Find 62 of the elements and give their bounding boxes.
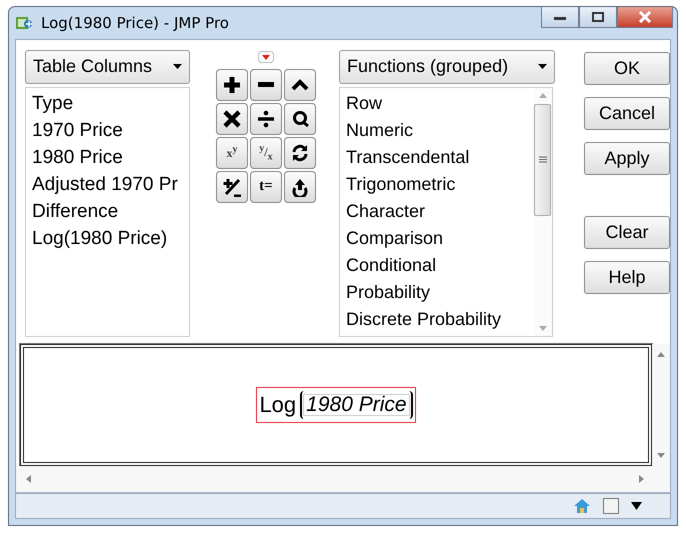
formula-expression[interactable]: Log 1980 Price — [256, 386, 416, 423]
function-item[interactable]: Numeric — [340, 116, 533, 144]
maximize-button[interactable] — [579, 7, 617, 28]
window-title: Log(1980 Price) - JMP Pro — [41, 14, 229, 32]
dialog-button[interactable]: Help — [584, 260, 670, 294]
maximize-icon — [592, 12, 604, 22]
scroll-down-icon[interactable] — [657, 452, 665, 458]
close-button[interactable] — [617, 7, 673, 28]
times-button[interactable] — [216, 102, 248, 135]
plus-icon — [222, 74, 242, 95]
function-name: Log — [259, 392, 296, 418]
swap-button[interactable] — [284, 136, 316, 169]
caret-icon — [172, 64, 182, 70]
close-icon — [638, 11, 652, 23]
plusminus-button[interactable] — [216, 170, 248, 203]
function-item[interactable]: Trigonometric — [340, 170, 533, 198]
table-columns-dropdown[interactable]: Table Columns — [25, 50, 190, 84]
function-item[interactable]: Probability — [340, 278, 533, 306]
caret-icon[interactable] — [631, 502, 642, 510]
function-item[interactable]: Transcendental — [340, 144, 533, 171]
dialog-button[interactable]: OK — [584, 52, 670, 85]
function-item[interactable]: Comparison — [340, 224, 533, 252]
scrollbar[interactable] — [652, 344, 670, 466]
function-item[interactable]: Discrete Probability — [340, 306, 533, 333]
dialog-button[interactable]: Cancel — [584, 96, 670, 130]
formula-editor[interactable]: Log 1980 Price — [20, 344, 652, 466]
scroll-left-icon[interactable] — [26, 474, 31, 483]
scrollbar[interactable] — [16, 466, 670, 493]
functions-dropdown[interactable]: Functions (grouped) — [339, 50, 555, 84]
function-item[interactable]: Conditional — [340, 252, 533, 279]
scroll-right-icon[interactable] — [639, 474, 644, 483]
column-item[interactable]: 1970 Price — [26, 116, 189, 144]
dialog-button[interactable]: Apply — [584, 142, 670, 175]
column-item[interactable]: Type — [26, 90, 189, 117]
multiply-icon — [222, 108, 242, 129]
column-item[interactable]: 1980 Price — [26, 144, 189, 171]
function-item[interactable]: Row — [340, 90, 533, 117]
up-arrow-circle-icon — [290, 176, 310, 197]
plus-minus-icon — [222, 176, 242, 197]
operator-button[interactable]: t= — [250, 170, 282, 203]
scrollbar[interactable] — [533, 88, 552, 336]
scroll-thumb[interactable] — [534, 104, 551, 216]
circular-arrows-icon — [290, 142, 310, 163]
argument-slot[interactable]: 1980 Price — [300, 390, 413, 419]
column-item[interactable]: Log(1980 Price) — [26, 224, 189, 252]
minimize-icon — [554, 14, 566, 20]
scroll-up-icon[interactable] — [657, 352, 665, 357]
home-icon[interactable] — [573, 498, 591, 514]
grip-icon — [538, 156, 546, 164]
function-item[interactable]: Character — [340, 198, 533, 225]
divide-icon — [256, 108, 276, 129]
caret-icon — [538, 64, 547, 70]
divide-button[interactable] — [250, 102, 282, 135]
dialog-button[interactable]: Clear — [584, 216, 670, 249]
checkbox-icon[interactable] — [603, 498, 619, 514]
plus-button[interactable] — [216, 68, 248, 101]
minimize-button[interactable] — [541, 7, 579, 28]
minus-icon — [258, 82, 274, 88]
minus-button[interactable] — [250, 68, 282, 101]
caret-button[interactable] — [284, 68, 316, 101]
column-item[interactable]: Difference — [26, 198, 189, 225]
column-item[interactable]: Adjusted 1970 Pr — [26, 170, 189, 198]
